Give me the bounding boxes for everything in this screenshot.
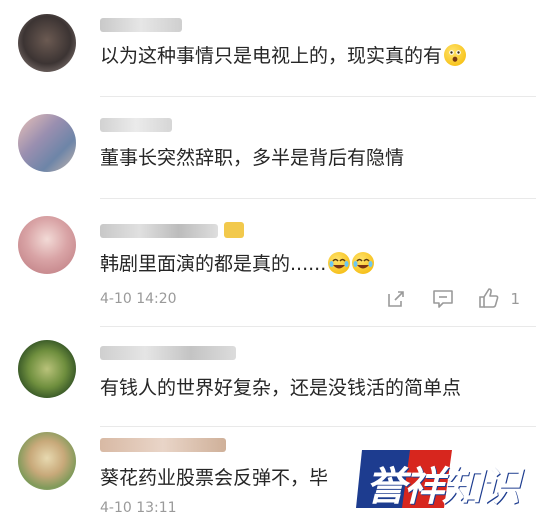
username-blurred[interactable] [100,438,226,452]
avatar[interactable] [18,14,76,72]
divider [100,198,536,199]
vip-badge-icon [224,222,244,238]
watermark-text: 誉祥知识 [366,464,520,510]
share-icon [388,291,404,307]
username-blurred[interactable] [100,224,218,238]
watermark-logo: 誉祥知识 [356,446,550,512]
comment-body: 韩剧里面演的都是真的...... [100,253,327,275]
comment-text: 有钱人的世界好复杂，还是没钱活的简单点 [100,377,462,399]
comment-timestamp: 4-10 13:11 [100,500,177,516]
divider [100,96,536,97]
username-blurred[interactable] [100,346,236,360]
username-blurred[interactable] [100,118,172,132]
avatar[interactable] [18,432,76,490]
comment-icon [433,290,453,308]
comment-text: 韩剧里面演的都是真的...... [100,252,375,276]
laughing-crying-face-icon [352,252,375,274]
divider [100,426,536,427]
avatar[interactable] [18,216,76,274]
laughing-crying-face-icon [328,252,351,274]
username-blurred[interactable] [100,18,182,32]
divider [100,326,536,327]
avatar[interactable] [18,340,76,398]
comment-timestamp: 4-10 14:20 [100,291,177,307]
thumbs-up-icon [479,288,499,308]
comment-text: 董事长突然辞职，多半是背后有隐情 [100,147,405,169]
comment-text: 以为这种事情只是电视上的，现实真的有 [100,44,467,68]
astonished-face-icon [444,44,467,66]
comment-body: 以为这种事情只是电视上的，现实真的有 [100,45,443,67]
share-button[interactable] [386,289,406,313]
like-button[interactable]: 1 [478,287,520,309]
reply-button[interactable] [432,289,454,313]
avatar[interactable] [18,114,76,172]
comment-text: 葵花药业股票会反弹不，毕 [100,467,329,489]
like-count: 1 [510,290,520,308]
